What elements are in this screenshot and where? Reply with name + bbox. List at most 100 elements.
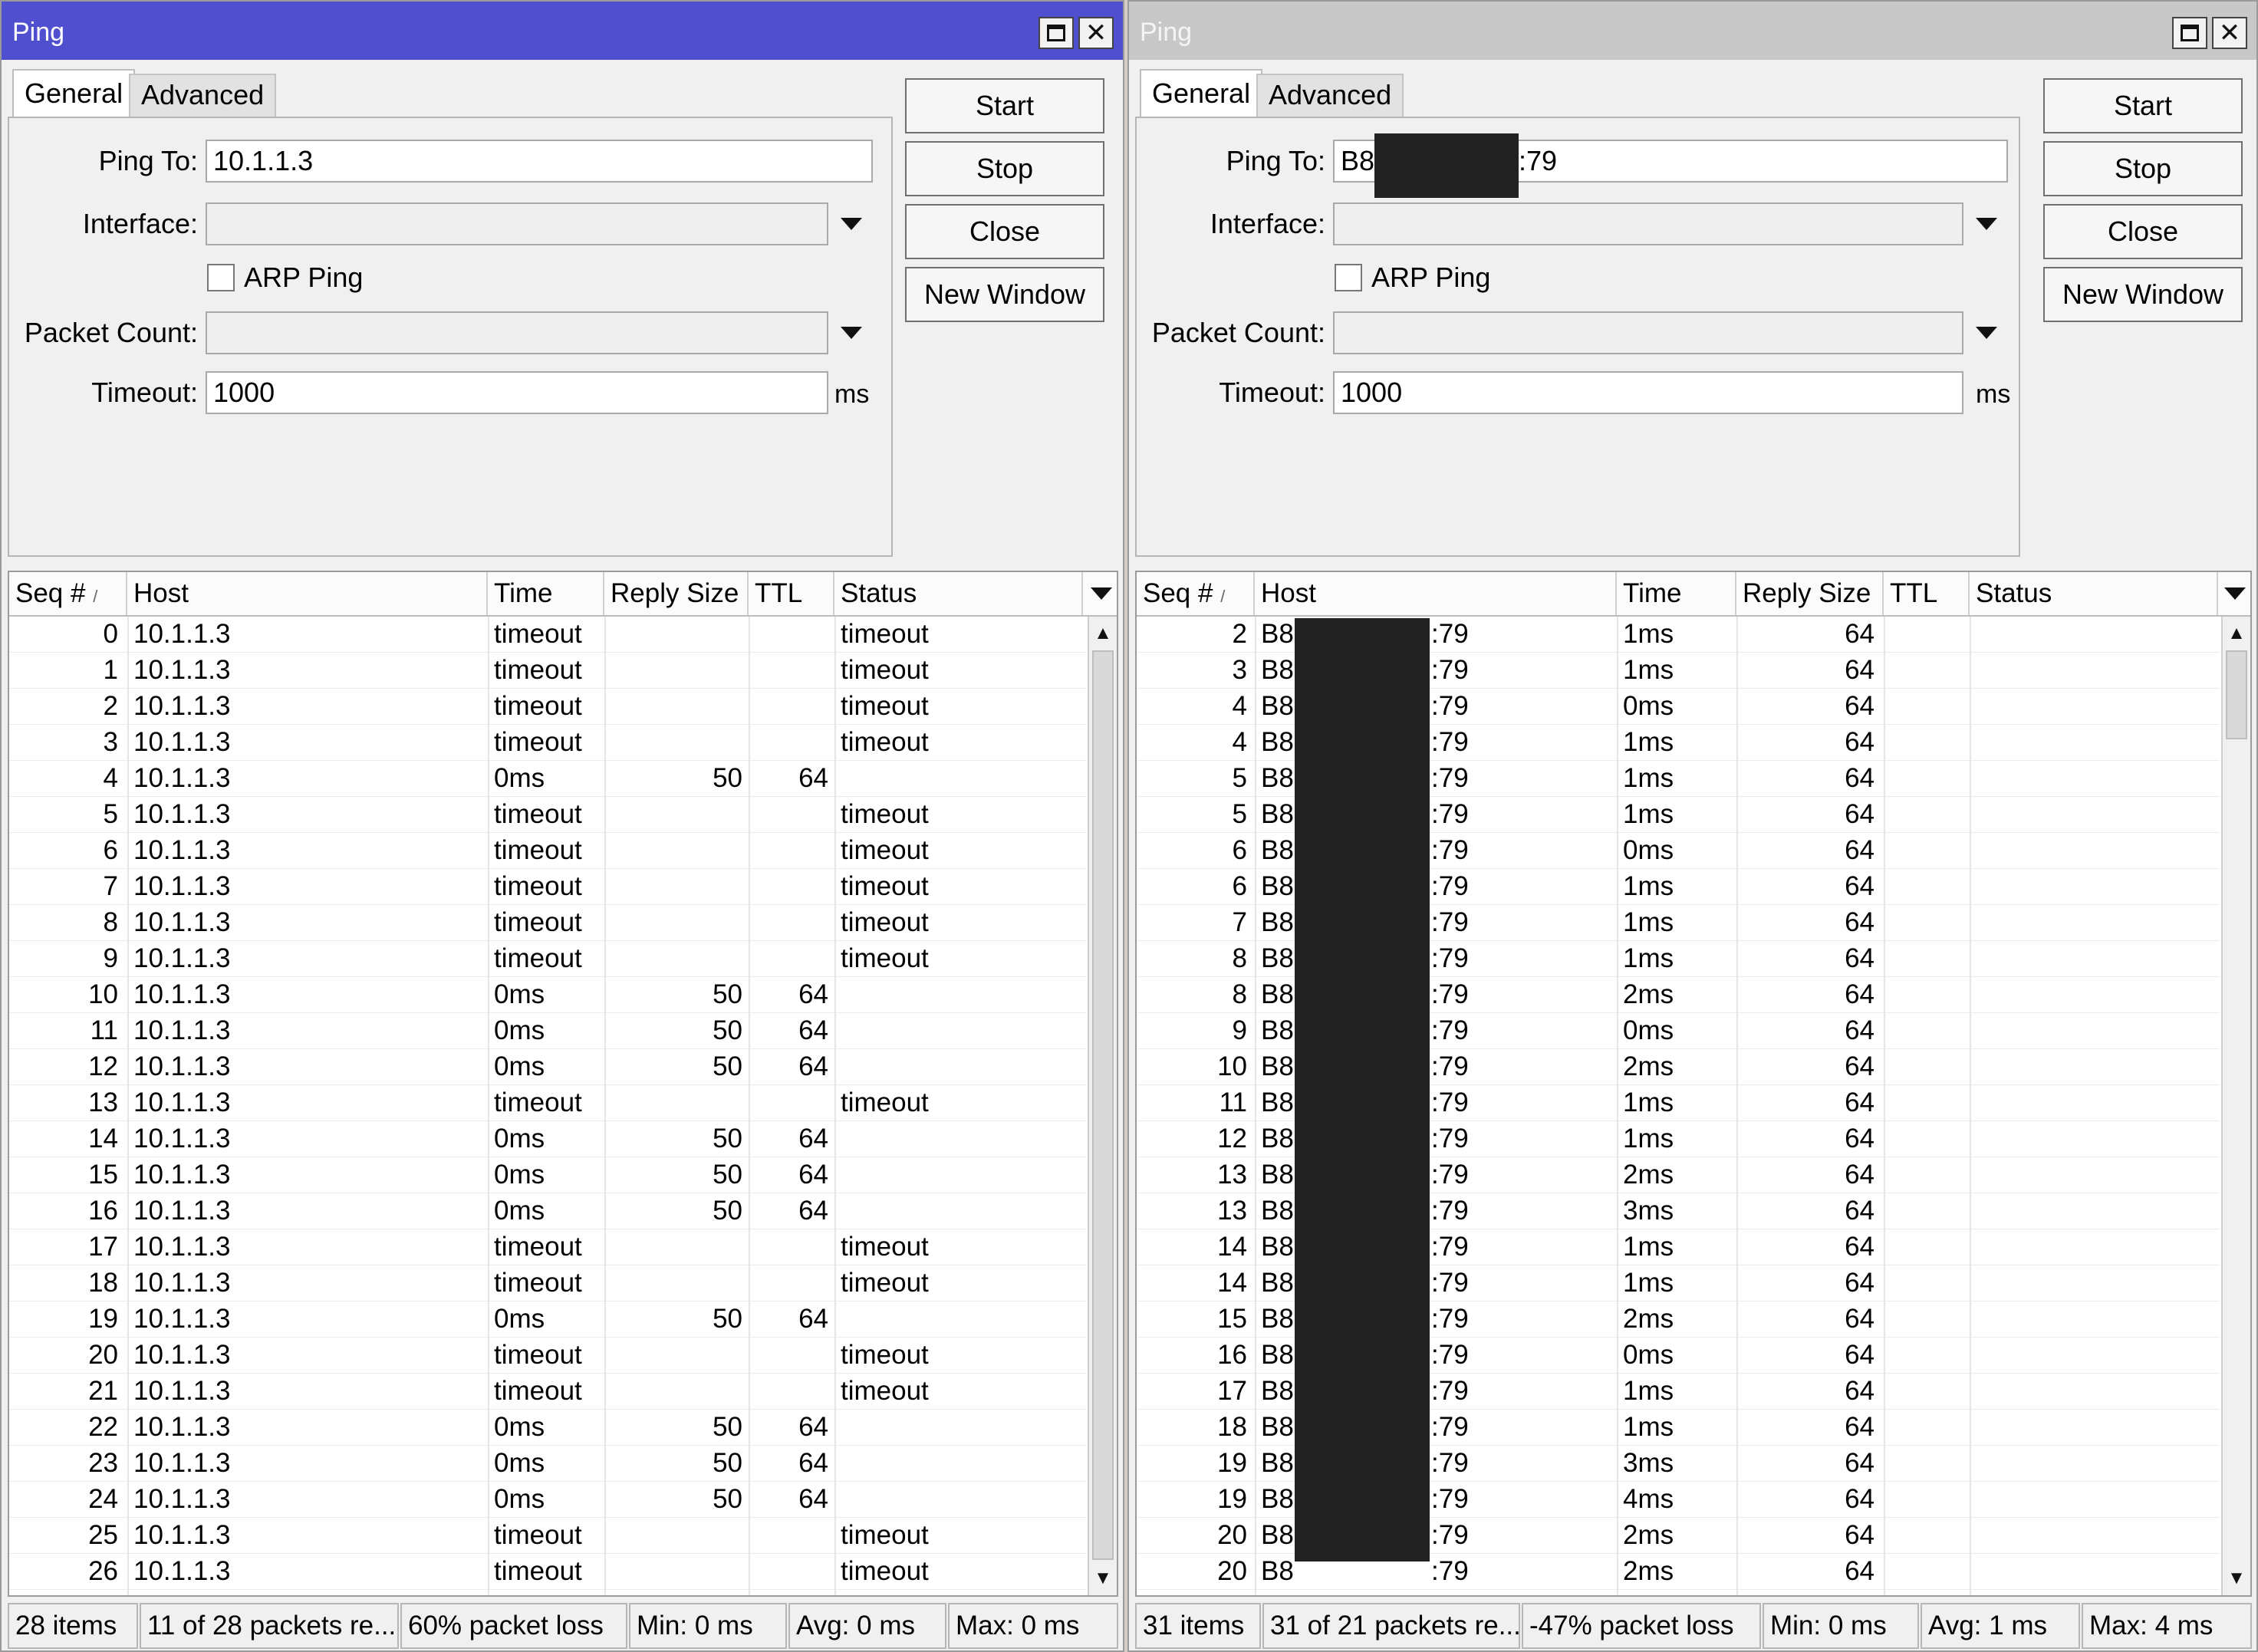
tab-advanced[interactable]: Advanced <box>129 74 277 117</box>
scrollbar-thumb[interactable] <box>1092 650 1114 1560</box>
table-row[interactable]: 13 10.1.1.3 timeout timeout <box>9 1085 1086 1121</box>
table-row[interactable]: 23 10.1.1.3 0ms 50 64 <box>9 1446 1086 1482</box>
column-time[interactable]: Time <box>488 572 604 615</box>
arrow-down-icon[interactable]: ▼ <box>1089 1565 1117 1592</box>
timeout-input[interactable]: 1000 <box>1333 371 1963 414</box>
tab-general[interactable]: General <box>1140 69 1263 118</box>
new-window-button[interactable]: New Window <box>905 267 1104 322</box>
arrow-down-icon[interactable]: ▼ <box>2223 1565 2250 1592</box>
table-row[interactable]: 21 10.1.1.3 timeout timeout <box>9 1374 1086 1410</box>
column-ttl[interactable]: TTL <box>749 572 834 615</box>
close-window-button[interactable]: ✕ <box>1078 17 1114 49</box>
arrow-up-icon[interactable]: ▲ <box>2223 620 2250 647</box>
column-divider <box>1255 617 1256 1595</box>
table-row[interactable]: 1 10.1.1.3 timeout timeout <box>9 653 1086 689</box>
column-seq[interactable]: Seq # / <box>9 572 127 615</box>
column-status[interactable]: Status <box>1970 572 2218 615</box>
cell-seq: 6 <box>103 835 118 865</box>
column-reply-size[interactable]: Reply Size <box>1736 572 1884 615</box>
table-row[interactable]: 15 10.1.1.3 0ms 50 64 <box>9 1157 1086 1193</box>
ping-to-input[interactable]: 10.1.1.3 <box>206 140 873 183</box>
interface-input[interactable] <box>1333 202 1963 245</box>
table-row[interactable]: 14 10.1.1.3 0ms 50 64 <box>9 1121 1086 1157</box>
column-host[interactable]: Host <box>127 572 488 615</box>
arp-ping-checkbox[interactable] <box>1335 264 1362 291</box>
column-host[interactable]: Host <box>1255 572 1617 615</box>
table-row[interactable]: 24 10.1.1.3 0ms 50 64 <box>9 1482 1086 1518</box>
tab-advanced[interactable]: Advanced <box>1256 74 1404 117</box>
cell-time: 1ms <box>1623 1268 1674 1298</box>
results-table: Seq # / Host Time Reply Size TTL Status … <box>1135 571 2252 1597</box>
table-row[interactable]: 20 10.1.1.3 timeout timeout <box>9 1338 1086 1374</box>
table-row[interactable]: 8 10.1.1.3 timeout timeout <box>9 905 1086 941</box>
cell-status: timeout <box>841 1340 929 1370</box>
table-row[interactable]: 22 10.1.1.3 0ms 50 64 <box>9 1410 1086 1446</box>
title-bar[interactable]: Ping ✕ <box>2 2 1123 60</box>
table-row[interactable]: 6 10.1.1.3 timeout timeout <box>9 833 1086 869</box>
table-row[interactable]: 4 10.1.1.3 0ms 50 64 <box>9 761 1086 797</box>
arp-ping-checkbox[interactable] <box>207 264 235 291</box>
table-row[interactable]: 25 10.1.1.3 timeout timeout <box>9 1518 1086 1554</box>
cell-host: 10.1.1.3 <box>133 619 231 649</box>
vertical-scrollbar[interactable]: ▲ ▼ <box>1088 617 1117 1595</box>
scrollbar-thumb[interactable] <box>2226 650 2247 739</box>
column-time[interactable]: Time <box>1617 572 1736 615</box>
cell-reply-size <box>604 1085 742 1121</box>
stop-button[interactable]: Stop <box>905 141 1104 196</box>
timeout-label: Timeout: <box>91 377 198 408</box>
table-row[interactable]: 0 10.1.1.3 timeout timeout <box>9 617 1086 653</box>
table-row[interactable]: 9 10.1.1.3 timeout timeout <box>9 941 1086 977</box>
cell-ttl <box>1884 1410 1963 1445</box>
vertical-scrollbar[interactable]: ▲ ▼ <box>2221 617 2250 1595</box>
column-reply-size[interactable]: Reply Size <box>604 572 749 615</box>
arrow-up-icon[interactable]: ▲ <box>1089 620 1117 647</box>
cell-seq: 19 <box>1217 1448 1247 1478</box>
cell-seq: 8 <box>103 907 118 937</box>
cell-host: 10.1.1.3 <box>133 1196 231 1226</box>
column-seq[interactable]: Seq # / <box>1137 572 1255 615</box>
table-row[interactable]: 3 10.1.1.3 timeout timeout <box>9 725 1086 761</box>
cell-host: 10.1.1.3 <box>133 655 231 685</box>
tab-general[interactable]: General <box>12 69 136 118</box>
table-row[interactable]: 7 10.1.1.3 timeout timeout <box>9 869 1086 905</box>
table-row[interactable]: 19 10.1.1.3 0ms 50 64 <box>9 1302 1086 1338</box>
packet-count-input[interactable] <box>1333 311 1963 354</box>
chevron-down-icon[interactable] <box>1976 327 1997 339</box>
table-row[interactable]: 27 10.1.1.3 timeout timeout <box>9 1590 1086 1595</box>
maximize-button[interactable] <box>1038 17 1074 49</box>
new-window-button[interactable]: New Window <box>2043 267 2243 322</box>
cell-seq: 12 <box>1217 1124 1247 1153</box>
table-row[interactable]: 17 10.1.1.3 timeout timeout <box>9 1229 1086 1265</box>
interface-input[interactable] <box>206 202 828 245</box>
cell-time: timeout <box>494 655 582 685</box>
table-row[interactable]: 5 10.1.1.3 timeout timeout <box>9 797 1086 833</box>
table-row[interactable]: 2 10.1.1.3 timeout timeout <box>9 689 1086 725</box>
table-row[interactable]: 16 10.1.1.3 0ms 50 64 <box>9 1193 1086 1229</box>
status-min: Min: 0 ms <box>1763 1603 1919 1649</box>
stop-button[interactable]: Stop <box>2043 141 2243 196</box>
packet-count-input[interactable] <box>206 311 828 354</box>
column-ttl[interactable]: TTL <box>1884 572 1970 615</box>
cell-reply-size: 64 <box>1845 1268 1875 1298</box>
status-loss: -47% packet loss <box>1522 1603 1761 1649</box>
close-button[interactable]: Close <box>905 204 1104 259</box>
table-row[interactable]: 26 10.1.1.3 timeout timeout <box>9 1554 1086 1590</box>
column-status[interactable]: Status <box>834 572 1083 615</box>
table-row[interactable]: 18 10.1.1.3 timeout timeout <box>9 1265 1086 1302</box>
table-row[interactable]: 10 10.1.1.3 0ms 50 64 <box>9 977 1086 1013</box>
table-row[interactable]: 11 10.1.1.3 0ms 50 64 <box>9 1013 1086 1049</box>
start-button[interactable]: Start <box>2043 78 2243 133</box>
start-button[interactable]: Start <box>905 78 1104 133</box>
table-row[interactable]: 12 10.1.1.3 0ms 50 64 <box>9 1049 1086 1085</box>
close-button[interactable]: Close <box>2043 204 2243 259</box>
chevron-down-icon[interactable] <box>841 218 862 230</box>
timeout-input[interactable]: 1000 <box>206 371 828 414</box>
close-window-button[interactable]: ✕ <box>2212 17 2247 49</box>
maximize-button[interactable] <box>2172 17 2207 49</box>
chevron-down-icon[interactable] <box>1976 218 1997 230</box>
title-bar[interactable]: Ping ✕ <box>1129 2 2256 60</box>
cell-ttl: 64 <box>798 1160 828 1190</box>
chevron-down-icon[interactable] <box>841 327 862 339</box>
chevron-down-icon[interactable] <box>2224 587 2246 600</box>
chevron-down-icon[interactable] <box>1091 587 1112 600</box>
